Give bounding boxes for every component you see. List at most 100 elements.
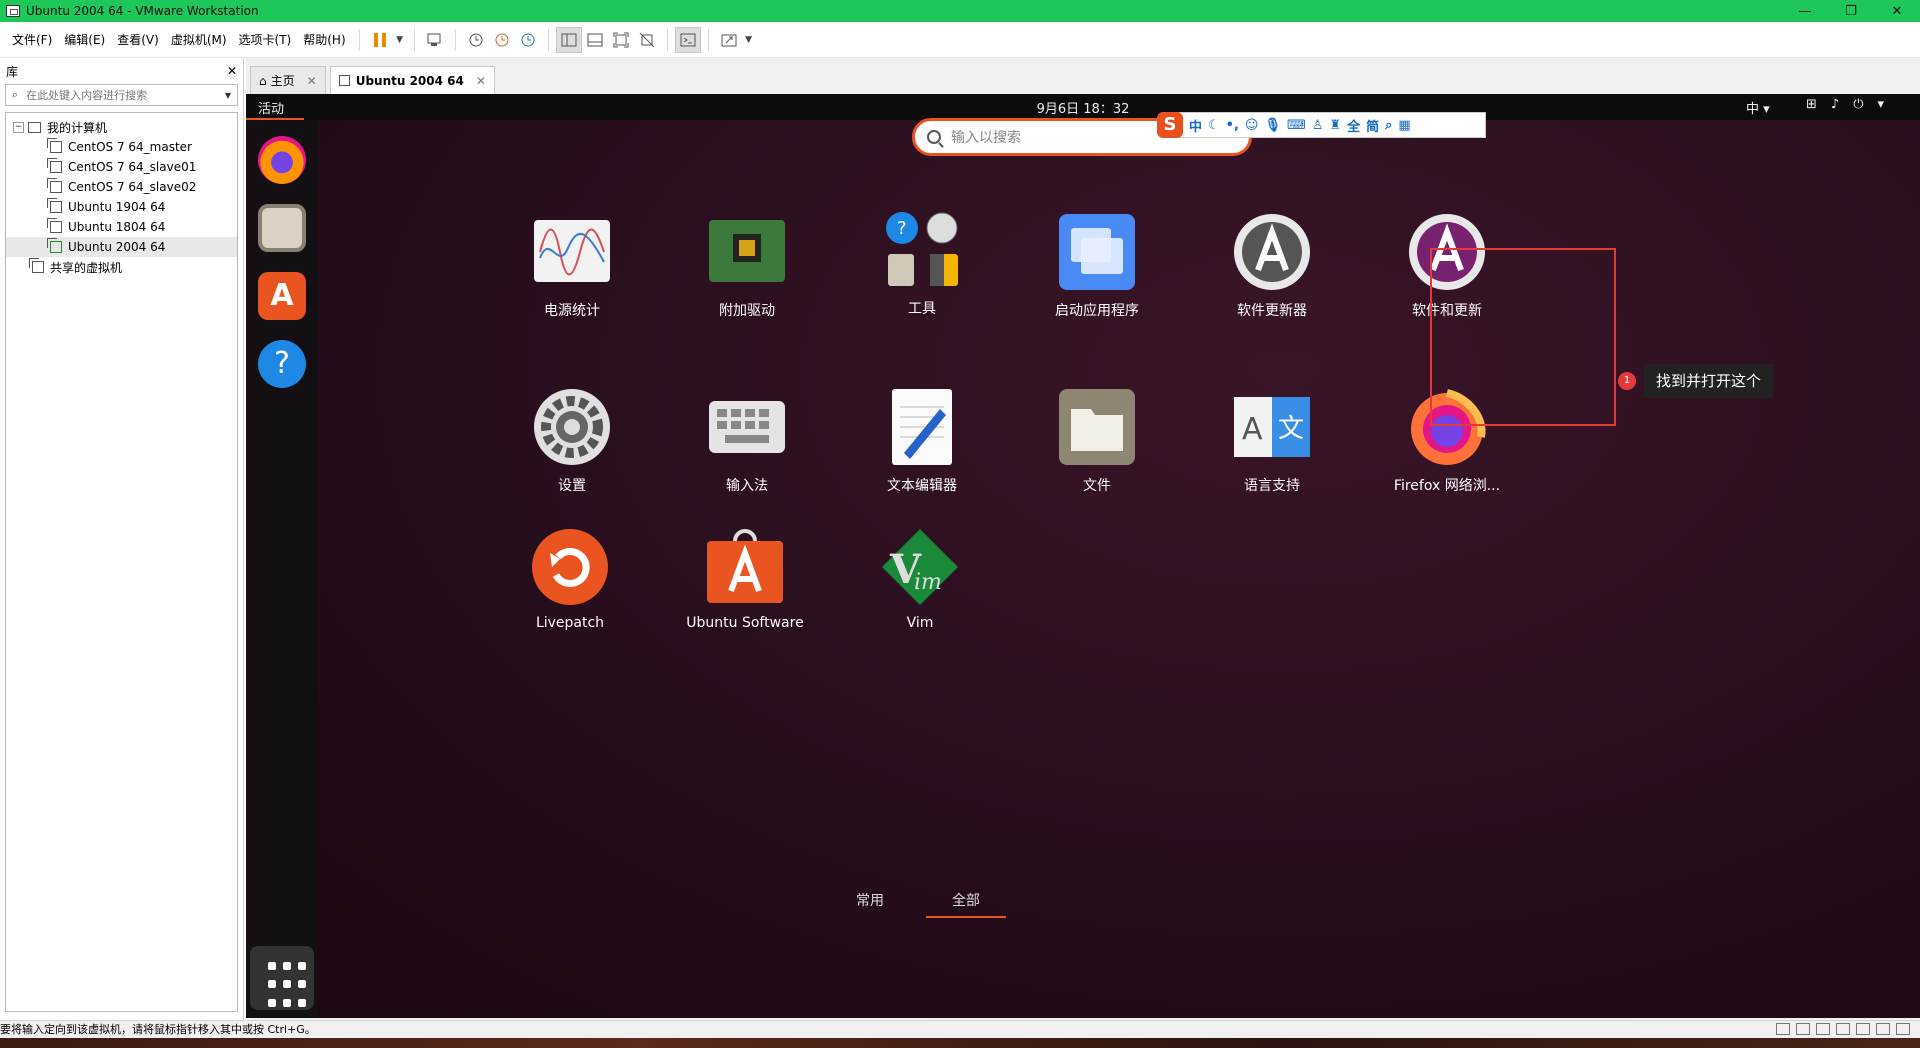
tree-item-vm[interactable]: CentOS 7 64_slave01 (6, 157, 237, 177)
device-icons (1776, 1023, 1910, 1035)
tree-item-vm[interactable]: Ubuntu 1804 64 (6, 217, 237, 237)
close-button[interactable]: ✕ (1874, 0, 1920, 22)
help-icon[interactable]: ? (258, 340, 306, 388)
library-close-icon[interactable]: ✕ (227, 64, 237, 78)
snapshot-manager-icon[interactable] (515, 27, 541, 53)
app-ubuntu-software[interactable]: Ubuntu Software (675, 527, 815, 631)
tree-item-vm[interactable]: CentOS 7 64_slave02 (6, 177, 237, 197)
clock[interactable]: 9月6日 18：32 (246, 98, 1920, 117)
tree-item-shared[interactable]: 共享的虚拟机 (6, 257, 237, 277)
console-view-icon[interactable] (674, 26, 701, 53)
app-livepatch[interactable]: Livepatch (500, 527, 640, 631)
app-additional-drivers[interactable]: 附加驱动 (677, 212, 817, 320)
tab-all[interactable]: 全部 (926, 890, 1006, 918)
emoji-icon[interactable]: ☺ (1245, 118, 1259, 133)
display-icon[interactable] (1876, 1023, 1890, 1035)
ubuntu-software-icon[interactable]: A (258, 272, 306, 320)
cd-icon[interactable] (1796, 1023, 1810, 1035)
unity-mode-icon[interactable] (634, 27, 660, 53)
chevron-down-icon[interactable]: ▼ (393, 27, 407, 53)
power-statistics-icon (532, 212, 612, 292)
library-header: 库 ✕ (0, 58, 243, 84)
tree-item-my-computer[interactable]: − 我的计算机 (6, 117, 237, 137)
stretch-guest-icon[interactable] (716, 27, 742, 53)
usb-icon[interactable] (1836, 1023, 1850, 1035)
menu-help[interactable]: 帮助(H) (297, 22, 351, 58)
files-icon[interactable] (258, 204, 306, 252)
show-applications-button[interactable] (250, 946, 314, 1010)
app-language-support[interactable]: A文 语言支持 (1202, 387, 1342, 495)
user-icon[interactable]: ♙ (1312, 118, 1324, 133)
simplified-toggle[interactable]: 简 (1366, 116, 1379, 135)
tree-item-vm-selected[interactable]: Ubuntu 2004 64 (6, 237, 237, 257)
thumbnail-bar-icon[interactable] (582, 27, 608, 53)
network-icon: ⊞ (1806, 97, 1817, 112)
sogou-ime-bar[interactable]: S 中 ☾ •, ☺ 🎙 ⌨ ♙ ♜ 全 简 ⌕ ▦ (1157, 112, 1486, 138)
keyboard-icon[interactable]: ⌨ (1287, 118, 1306, 133)
revert-snapshot-icon[interactable] (489, 27, 515, 53)
app-files[interactable]: 文件 (1027, 387, 1167, 495)
ime-indicator[interactable]: 中 ▾ (1746, 98, 1770, 117)
apps-grid-dot (268, 962, 276, 970)
tree-item-vm[interactable]: Ubuntu 1904 64 (6, 197, 237, 217)
apps-grid-dot (268, 980, 276, 989)
tree-item-vm[interactable]: CentOS 7 64_master (6, 137, 237, 157)
menu-tabs[interactable]: 选项卡(T) (233, 22, 298, 58)
library-title: 库 (6, 64, 19, 79)
send-ctrl-alt-del-icon[interactable] (422, 27, 448, 53)
app-input-method[interactable]: 输入法 (677, 387, 817, 495)
apps-grid-dot (298, 962, 306, 970)
microphone-icon[interactable]: 🎙 (1264, 118, 1281, 133)
library-search-input[interactable]: ⌕ 在此处键入内容进行搜索 ▼ (5, 84, 238, 106)
pause-icon[interactable] (367, 27, 393, 53)
minimize-button[interactable]: — (1782, 0, 1828, 22)
files-folder-icon (1057, 387, 1137, 467)
app-startup-applications[interactable]: 启动应用程序 (1027, 212, 1167, 320)
message-icon[interactable] (1896, 1023, 1910, 1035)
chevron-down-icon[interactable]: ▼ (742, 27, 756, 53)
settings-gear-icon (532, 387, 612, 467)
app-utilities-folder[interactable]: ? 工具 (852, 210, 992, 318)
maximize-button[interactable]: ❐ (1828, 0, 1874, 22)
app-power-statistics[interactable]: 电源统计 (502, 212, 642, 320)
vm-icon (47, 198, 62, 213)
close-tab-icon[interactable]: ✕ (307, 74, 317, 88)
tab-frequent[interactable]: 常用 (830, 890, 910, 910)
full-width-toggle[interactable]: 全 (1347, 116, 1360, 135)
printer-icon[interactable] (1856, 1023, 1870, 1035)
menu-vm[interactable]: 虚拟机(M) (165, 22, 233, 58)
library-panel: 库 ✕ ⌕ 在此处键入内容进行搜索 ▼ − 我的计算机 CentOS 7 64_… (0, 58, 244, 1020)
hdd-icon[interactable] (1776, 1023, 1790, 1035)
app-label: 附加驱动 (719, 303, 775, 319)
additional-drivers-icon (707, 212, 787, 292)
firefox-icon[interactable] (258, 136, 306, 184)
apps-grid-dot (283, 980, 291, 989)
punctuation-icon[interactable]: •, (1226, 118, 1239, 133)
app-text-editor[interactable]: 文本编辑器 (852, 387, 992, 495)
menu-view[interactable]: 查看(V) (111, 22, 165, 58)
language-support-icon: A文 (1232, 387, 1312, 467)
skin-icon[interactable]: ♜ (1329, 118, 1341, 133)
fullscreen-icon[interactable] (608, 27, 634, 53)
search-icon: ⌕ (12, 88, 19, 101)
app-settings[interactable]: 设置 (502, 387, 642, 495)
app-vim[interactable]: Vim Vim (850, 527, 990, 631)
menu-edit[interactable]: 编辑(E) (58, 22, 111, 58)
network-adapter-icon[interactable] (1816, 1023, 1830, 1035)
search-icon[interactable]: ⌕ (1385, 118, 1392, 133)
guest-screen[interactable]: 活动 9月6日 18：32 中 ▾ ⊞ ♪ ⏻ ▾ A ? 输入以搜索 S 中 … (246, 94, 1920, 1018)
system-tray[interactable]: ⊞ ♪ ⏻ ▾ (1806, 97, 1884, 112)
app-software-updater[interactable]: 软件更新器 (1202, 212, 1342, 320)
ime-chinese-mode[interactable]: 中 (1189, 116, 1202, 135)
chevron-down-icon[interactable]: ▼ (225, 91, 231, 100)
show-library-icon[interactable] (555, 26, 582, 53)
tab-ubuntu-2004[interactable]: Ubuntu 2004 64 ✕ (329, 66, 495, 94)
tab-home[interactable]: ⌂ 主页 ✕ (250, 66, 326, 94)
sogou-logo-icon: S (1157, 112, 1183, 138)
collapse-icon[interactable]: − (13, 121, 24, 133)
moon-icon[interactable]: ☾ (1208, 118, 1220, 133)
toolbox-icon[interactable]: ▦ (1398, 118, 1410, 133)
menu-file[interactable]: 文件(F) (6, 22, 58, 58)
close-tab-icon[interactable]: ✕ (476, 74, 486, 88)
snapshot-icon[interactable] (463, 27, 489, 53)
